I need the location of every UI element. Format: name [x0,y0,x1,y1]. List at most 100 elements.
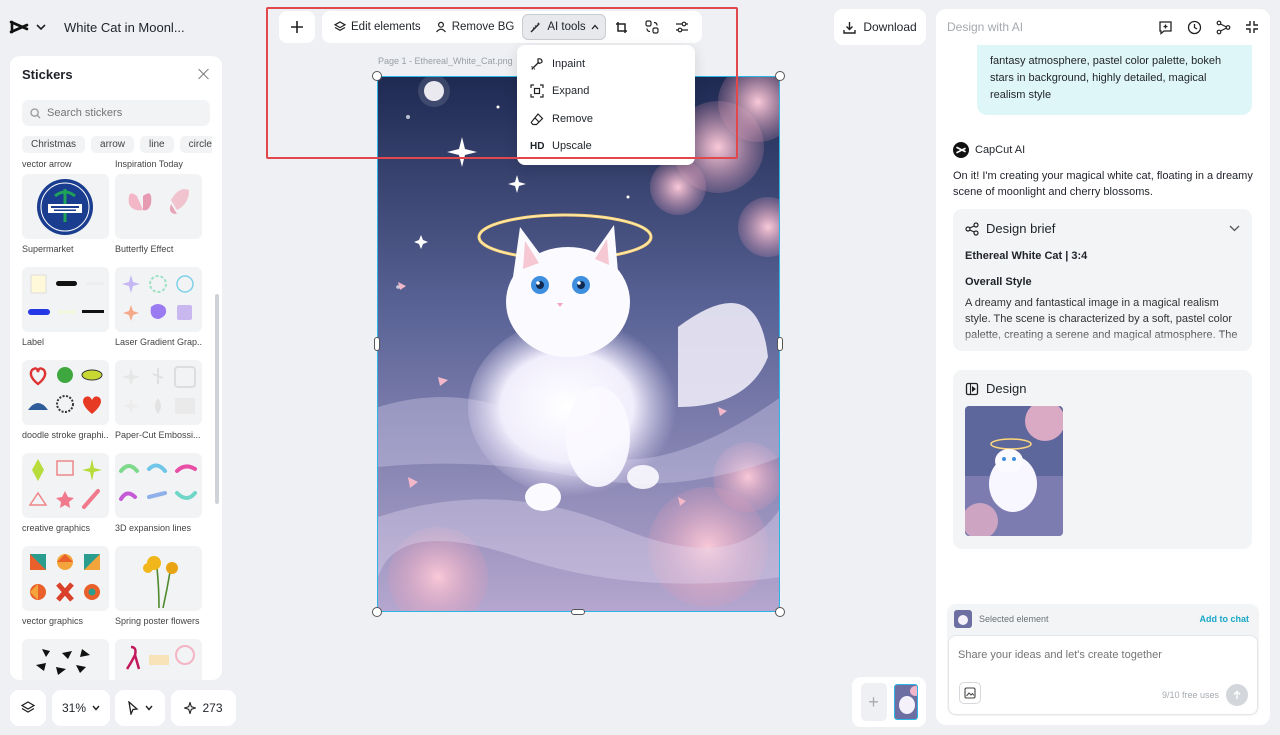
send-button[interactable] [1226,684,1248,706]
sticker-item[interactable]: doodle stroke graphi... [22,357,109,450]
sticker-item[interactable] [22,636,109,680]
resize-handle-bottom-right[interactable] [775,607,785,617]
add-button[interactable] [279,11,315,43]
fade-overlay [953,329,1252,351]
sticker-item[interactable] [115,636,202,680]
image-icon [964,687,976,699]
3d-lines-icon [115,453,202,518]
free-uses-counter: 9/10 free uses [1161,690,1219,700]
download-button[interactable]: Download [834,9,926,45]
cursor-icon [128,701,139,715]
design-thumbnail[interactable] [965,406,1063,536]
history-icon[interactable] [1187,20,1202,35]
replace-icon [645,20,659,34]
menu-item-inpaint[interactable]: Inpaint [517,50,695,78]
ai-panel-title: Design with AI [947,20,1024,34]
share-icon[interactable] [1216,20,1231,35]
design-brief-title: Design brief [986,221,1056,236]
remove-bg-button[interactable]: Remove BG [429,14,521,40]
chip-christmas[interactable]: Christmas [22,136,86,153]
sparkle-icon [184,702,197,714]
zoom-value: 31% [61,701,87,715]
sticker-category-chips: Christmas arrow line circle [22,136,212,153]
page-thumbnail[interactable] [893,684,918,720]
resize-handle-top-left[interactable] [372,71,382,81]
sticker-item-label: Butterfly Effect [115,244,174,254]
download-icon [843,21,857,34]
sticker-item[interactable]: Supermarket [22,171,109,264]
chip-arrow[interactable]: arrow [91,136,135,153]
expand-icon [530,84,544,98]
menu-item-upscale[interactable]: HD Upscale [517,133,695,161]
design-brief-card[interactable]: Design brief Ethereal White Cat | 3:4 Ov… [953,209,1252,351]
brief-section-title: Overall Style [965,276,1032,288]
resize-handle-top-right[interactable] [775,71,785,81]
sticker-item[interactable]: Label [22,264,109,357]
sticker-item[interactable]: creative graphics [22,450,109,543]
sticker-group-label: vector arrow [22,159,72,169]
sticker-item-label: Supermarket [22,244,74,254]
resize-handle-right[interactable] [777,337,783,351]
chat-input[interactable] [958,649,1238,671]
label-shapes-icon [22,267,109,332]
sticker-item[interactable]: 3D expansion lines [115,450,202,543]
layers-icon [334,21,346,31]
resize-handle-bottom[interactable] [571,609,585,615]
crop-icon [616,21,628,33]
credits-button[interactable]: 273 [171,690,236,726]
credits-count: 273 [202,701,223,715]
sticker-item[interactable]: Butterfly Effect [115,171,202,264]
assistant-header: CapCut AI [953,142,1025,158]
menu-item-expand[interactable]: Expand [517,78,695,106]
user-message: fantasy atmosphere, pastel color palette… [977,45,1252,115]
supermarket-badge-icon [22,174,109,239]
eraser-icon [530,112,544,125]
new-chat-icon[interactable] [1158,20,1173,35]
replace-button[interactable] [638,14,666,40]
zoom-dropdown[interactable]: 31% [52,690,110,726]
adjust-button[interactable] [668,14,696,40]
attach-image-button[interactable] [959,682,981,704]
menu-item-remove[interactable]: Remove [517,105,695,133]
sticker-scrollbar[interactable] [215,294,219,504]
sticker-item[interactable]: vector graphics [22,543,109,636]
chip-circle[interactable]: circle [179,136,212,153]
layers-button[interactable] [10,690,46,726]
assistant-message: On it! I'm creating your magical white c… [953,170,1253,198]
document-title[interactable]: White Cat in Moonl... [64,20,185,35]
capcut-logo-icon [953,142,969,158]
collapse-icon[interactable] [1245,20,1259,34]
sticker-item-label: 3D expansion lines [115,523,192,533]
resize-handle-left[interactable] [374,337,380,351]
chat-input-box[interactable]: 9/10 free uses [948,635,1258,715]
paper-cut-icon [115,360,202,425]
sliders-icon [675,21,688,33]
arrow-up-icon [1233,690,1241,699]
sticker-item[interactable]: Paper-Cut Embossi... [115,357,202,450]
search-input[interactable] [47,107,197,119]
sticker-item[interactable]: Laser Gradient Grap... [115,264,202,357]
element-toolbar: Edit elements Remove BG AI tools [322,11,702,43]
capcut-logo-icon[interactable] [8,16,30,38]
chevron-down-icon [92,705,100,711]
ai-tools-button[interactable]: AI tools [522,14,606,40]
add-page-button[interactable]: + [860,683,887,721]
sticker-search[interactable] [22,100,210,126]
close-icon[interactable] [198,68,210,80]
chevron-down-icon[interactable] [36,20,46,34]
edit-elements-button[interactable]: Edit elements [328,14,427,40]
doodle-shapes-icon [22,360,109,425]
sticker-item[interactable]: Spring poster flowers [115,543,202,636]
resize-handle-bottom-left[interactable] [372,607,382,617]
add-to-chat-link[interactable]: Add to chat [1200,614,1250,624]
chevron-down-icon[interactable] [1229,225,1240,232]
inpaint-icon [531,57,543,70]
sticker-item-label: doodle stroke graphi... [22,430,109,440]
page-strip: + [852,677,926,727]
chip-line[interactable]: line [140,136,174,153]
crop-button[interactable] [608,14,636,40]
ribbon-shapes-icon [115,639,202,680]
sticker-item-label: creative graphics [22,523,91,533]
hd-icon: HD [530,140,545,152]
pointer-tool-dropdown[interactable] [115,690,165,726]
